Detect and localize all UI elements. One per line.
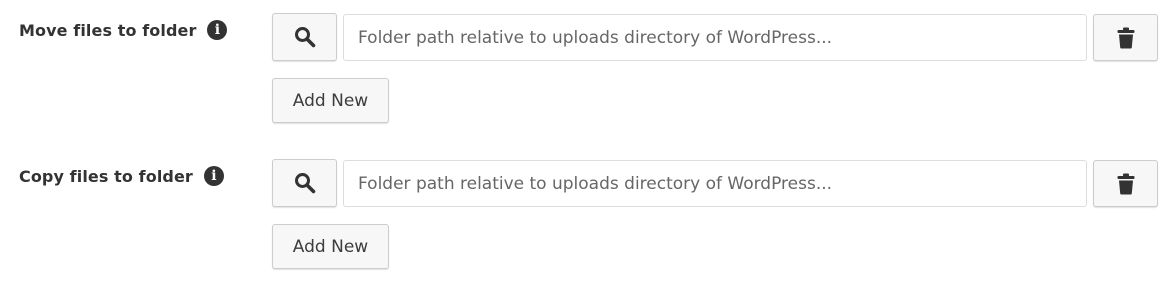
info-icon[interactable]: i [203, 166, 224, 186]
search-icon [294, 172, 316, 194]
info-icon[interactable]: i [207, 20, 228, 40]
trash-icon [1117, 27, 1135, 49]
folder-path-input[interactable] [343, 14, 1087, 61]
delete-path-button[interactable] [1093, 160, 1158, 207]
move-files-section: Move files to folder i Add New [0, 0, 1173, 130]
delete-path-button[interactable] [1093, 14, 1158, 61]
search-folder-button[interactable] [272, 159, 337, 207]
copy-files-label-row: Copy files to folder i [19, 166, 224, 186]
move-files-label: Move files to folder [19, 20, 197, 40]
search-folder-button[interactable] [272, 13, 337, 61]
move-files-label-row: Move files to folder i [19, 20, 228, 40]
add-new-button[interactable]: Add New [272, 78, 389, 123]
trash-icon [1117, 173, 1135, 195]
add-new-button[interactable]: Add New [272, 224, 389, 269]
copy-files-label: Copy files to folder [19, 166, 193, 186]
copy-files-section: Copy files to folder i Add New [0, 146, 1173, 276]
search-icon [294, 26, 316, 48]
folder-path-input[interactable] [343, 160, 1087, 207]
